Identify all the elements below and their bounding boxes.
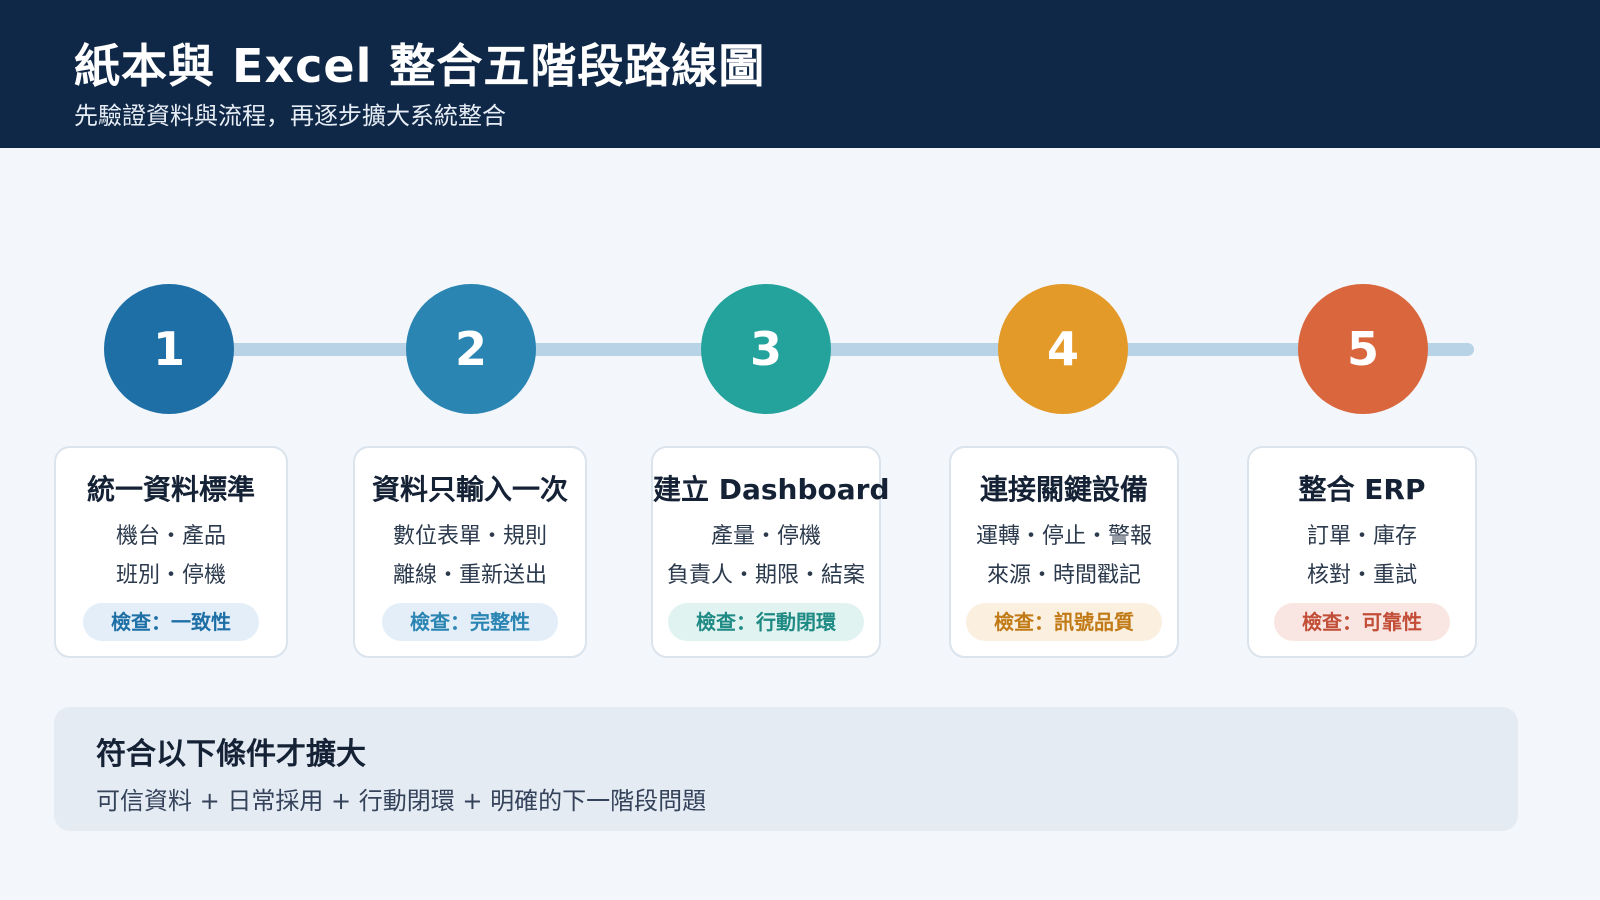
stage-1-card: 統一資料標準 機台・產品 班別・停機 檢查：一致性	[54, 446, 288, 658]
stage-1-check-badge: 檢查：一致性	[83, 603, 259, 641]
stage-4-circle: 4	[998, 284, 1128, 414]
conditions-text: 可信資料 + 日常採用 + 行動閉環 + 明確的下一階段問題	[96, 787, 707, 815]
stage-3-number: 3	[749, 322, 782, 376]
page-subtitle: 先驗證資料與流程，再逐步擴大系統整合	[74, 102, 506, 130]
stage-3-circle: 3	[701, 284, 831, 414]
stage-4-card: 連接關鍵設備 運轉・停止・警報 來源・時間戳記 檢查：訊號品質	[949, 446, 1179, 658]
stage-2-check-badge: 檢查：完整性	[382, 603, 558, 641]
conditions-title: 符合以下條件才擴大	[96, 737, 366, 772]
stage-1-detail-1: 機台・產品	[115, 524, 226, 549]
stage-2-number: 2	[454, 322, 487, 376]
stage-2-card: 資料只輸入一次 數位表單・規則 離線・重新送出 檢查：完整性	[353, 446, 587, 658]
stage-5-circle: 5	[1298, 284, 1428, 414]
stage-1-title: 統一資料標準	[86, 473, 255, 506]
stage-4-detail-1: 運轉・停止・警報	[975, 524, 1152, 549]
expansion-conditions-panel: 符合以下條件才擴大 可信資料 + 日常採用 + 行動閉環 + 明確的下一階段問題	[54, 707, 1518, 831]
stage-5-card: 整合 ERP 訂單・庫存 核對・重試 檢查：可靠性	[1247, 446, 1477, 658]
stage-5-check-badge: 檢查：可靠性	[1274, 603, 1450, 641]
stage-5-detail-2: 核對・重試	[1306, 563, 1417, 588]
stage-3-detail-1: 產量・停機	[710, 524, 821, 549]
stage-3-card: 建立 Dashboard 產量・停機 負責人・期限・結案 檢查：行動閉環	[651, 446, 890, 658]
stage-5-title: 整合 ERP	[1298, 473, 1426, 506]
stage-4-title: 連接關鍵設備	[979, 473, 1148, 506]
stage-3-check-badge: 檢查：行動閉環	[668, 603, 864, 641]
stage-2-detail-1: 數位表單・規則	[392, 524, 547, 549]
stage-1-number: 1	[152, 322, 185, 376]
stage-3-detail-2: 負責人・期限・結案	[666, 563, 865, 588]
stage-5-number: 5	[1346, 322, 1379, 376]
stage-2-circle: 2	[406, 284, 536, 414]
stage-5-detail-1: 訂單・庫存	[1306, 524, 1417, 549]
stage-1-circle: 1	[104, 284, 234, 414]
stage-4-detail-2: 來源・時間戳記	[986, 563, 1141, 588]
stage-2-detail-2: 離線・重新送出	[392, 563, 547, 588]
stage-4-check-badge: 檢查：訊號品質	[966, 603, 1162, 641]
header-banner: 紙本與 Excel 整合五階段路線圖 先驗證資料與流程，再逐步擴大系統整合	[0, 0, 1600, 148]
page-title: 紙本與 Excel 整合五階段路線圖	[74, 39, 766, 93]
stage-2-title: 資料只輸入一次	[371, 473, 568, 506]
stage-3-title: 建立 Dashboard	[653, 473, 890, 506]
stage-1-detail-2: 班別・停機	[115, 563, 226, 588]
stage-4-number: 4	[1046, 322, 1079, 376]
